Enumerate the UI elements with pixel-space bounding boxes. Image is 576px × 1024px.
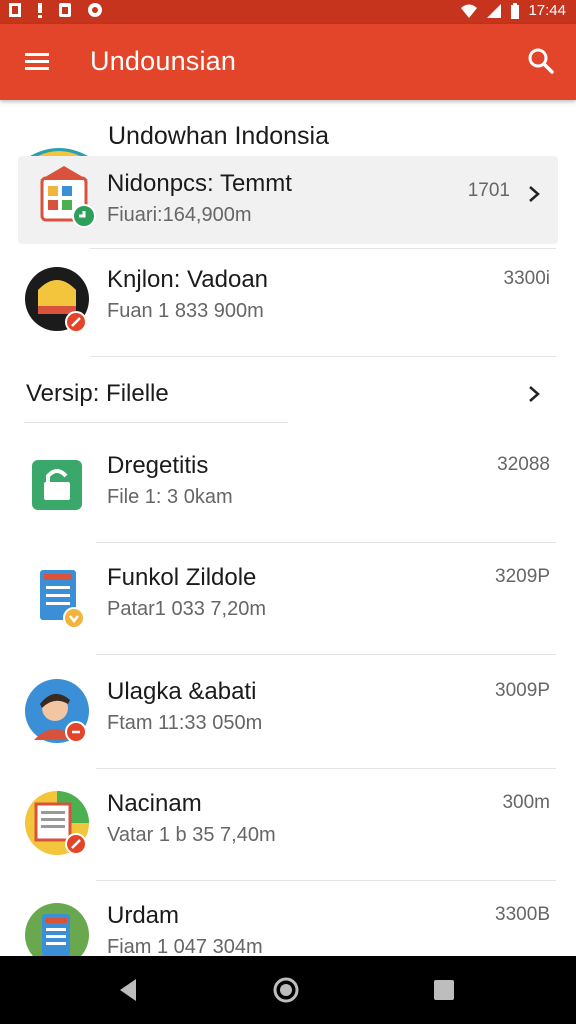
divider (24, 422, 288, 423)
divider (90, 356, 556, 357)
status-time: 17:44 (528, 2, 566, 19)
versi-label: Versip: Filelle (26, 380, 169, 407)
tablet-icon (25, 903, 89, 956)
item-name: Ulagka &abati (107, 678, 257, 705)
document-icon (40, 570, 85, 629)
status-icons-left (8, 2, 104, 18)
wifi-icon (461, 4, 478, 18)
sim-icon (59, 3, 71, 17)
notification-icon (9, 3, 21, 17)
list-item-file-1[interactable]: Dregetitis File 1: 3 0kam 32088 (0, 434, 576, 542)
chevron-right-icon[interactable] (524, 182, 544, 206)
list-item-file-4[interactable]: Nacinam Vatar 1 b 35 7,40m 300m (0, 772, 576, 880)
partial-avatar-top (30, 148, 88, 156)
content-list: Undowhan Indonsia Nidonpcs: Temmt Fiuari… (0, 100, 576, 956)
search-icon[interactable] (524, 44, 558, 78)
list-item-file-3[interactable]: Ulagka &abati Ftam 11:33 050m 3009P (0, 660, 576, 768)
circle-badge-icon (88, 3, 102, 17)
home-icon[interactable] (270, 974, 302, 1006)
app-store-icon (40, 166, 96, 228)
helmet-avatar-icon (25, 267, 89, 332)
versi-filelle-row[interactable]: Versip: Filelle (0, 358, 576, 422)
person-avatar-icon (25, 679, 89, 743)
item-name: Knjlon: Vadoan (107, 266, 269, 293)
app-bar: Undounsian (0, 24, 576, 100)
status-icons-right: 17:44 (460, 2, 566, 19)
status-bar: 17:44 (0, 0, 576, 24)
item-value: 3300B (495, 904, 550, 925)
lock-icon (32, 460, 82, 510)
item-subtitle: Fuan 1 833 900m (107, 300, 264, 322)
section-heading: Undowhan Indonsia (108, 122, 329, 150)
item-value: 1701 (467, 180, 510, 201)
item-subtitle: File 1: 3 0kam (107, 486, 233, 508)
menu-icon[interactable] (22, 48, 52, 76)
item-subtitle: Ftam 11:33 050m (107, 712, 263, 734)
item-subtitle: Vatar 1 b 35 7,40m (107, 824, 276, 846)
list-item-file-5[interactable]: Urdam Fiam 1 047 304m 3300B (0, 884, 576, 956)
item-name: Nacinam (107, 790, 202, 817)
item-subtitle: Patar1 033 7,20m (107, 598, 266, 620)
divider (96, 654, 556, 655)
chevron-right-icon (529, 386, 540, 402)
recents-icon[interactable] (428, 974, 460, 1006)
notebook-icon (25, 791, 89, 855)
list-item-featured-1[interactable]: Nidonpcs: Temmt Fiuari:164,900m 1701 (18, 156, 558, 244)
item-value: 3009P (495, 680, 550, 701)
item-name: Funkol Zildole (107, 564, 257, 591)
item-name: Urdam (107, 902, 180, 929)
item-subtitle: Fiam 1 047 304m (107, 936, 263, 956)
system-nav-bar (0, 956, 576, 1024)
divider (96, 768, 556, 769)
battery-icon (511, 2, 520, 19)
item-value: 3209P (495, 566, 550, 587)
app-title: Undounsian (90, 46, 237, 76)
divider (96, 542, 556, 543)
divider (96, 880, 556, 881)
list-item-featured-2[interactable]: Knjlon: Vadoan Fuan 1 833 900m 3300i (0, 248, 576, 356)
item-name: Dregetitis (107, 452, 209, 479)
signal-icon (487, 3, 502, 18)
item-value: 3300i (503, 268, 551, 289)
item-name: Nidonpcs: Temmt (107, 170, 292, 197)
item-subtitle: Fiuari:164,900m (107, 204, 252, 226)
item-value: 300m (502, 792, 550, 813)
back-icon[interactable] (112, 974, 144, 1006)
list-item-file-2[interactable]: Funkol Zildole Patar1 033 7,20m 3209P (0, 546, 576, 654)
item-value: 32088 (497, 454, 550, 475)
alert-icon (38, 3, 42, 18)
